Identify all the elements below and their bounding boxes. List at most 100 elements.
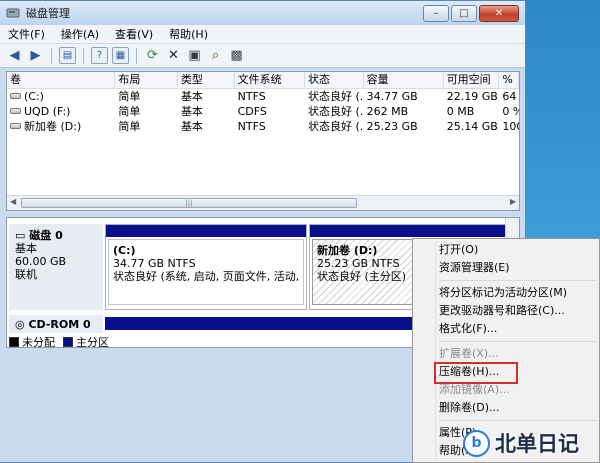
- cell-capacity: 34.77 GB: [366, 90, 418, 103]
- cell-layout: 简单: [118, 120, 141, 133]
- disk-management-app-icon: [6, 8, 20, 18]
- watermark-logo-icon: b: [463, 429, 490, 457]
- menu-help[interactable]: 帮助(H): [169, 26, 208, 42]
- scrollbar-thumb[interactable]: |||: [21, 198, 357, 208]
- menu-separator: [439, 341, 597, 342]
- cell-percent: 0 %: [502, 105, 519, 118]
- menu-item-change-drive-letter[interactable]: 更改驱动器号和路径(C)...: [413, 302, 599, 320]
- column-header-layout[interactable]: 布局: [115, 72, 178, 88]
- menu-view[interactable]: 查看(V): [115, 26, 153, 42]
- cell-layout: 简单: [118, 105, 141, 118]
- partition-name: (C:): [113, 244, 136, 257]
- cell-status: 状态良好 (...: [307, 105, 364, 118]
- menu-item-explorer[interactable]: 资源管理器(E): [413, 259, 599, 277]
- back-arrow-icon[interactable]: ◀: [6, 47, 23, 64]
- export-icon[interactable]: ▩: [228, 47, 245, 64]
- table-row[interactable]: 新加卷 (D:) 简单 基本 NTFS 状态良好 (... 25.23 GB 2…: [7, 119, 519, 134]
- legend: 未分配 主分区: [9, 335, 429, 348]
- drive-icon: [10, 93, 21, 99]
- menu-item-mark-active[interactable]: 将分区标记为活动分区(M): [413, 284, 599, 302]
- horizontal-scrollbar[interactable]: ◀ ||| ▶: [7, 195, 519, 210]
- watermark: b 北单日记: [463, 428, 579, 458]
- search-icon[interactable]: ⌕: [207, 47, 224, 64]
- column-header-type[interactable]: 类型: [178, 72, 235, 88]
- properties-icon[interactable]: ▦: [112, 47, 129, 64]
- legend-swatch-primary: [63, 336, 73, 347]
- console-tree-icon[interactable]: ▤: [59, 47, 76, 64]
- shrink-volume-highlight-box: [434, 362, 518, 384]
- partition-c[interactable]: (C:) 34.77 GB NTFS 状态良好 (系统, 启动, 页面文件, 活…: [105, 224, 307, 310]
- toolbar-separator: [51, 47, 52, 64]
- menu-item-delete-volume[interactable]: 删除卷(D)...: [413, 399, 599, 417]
- cell-percent: 100: [502, 120, 519, 133]
- cell-free-space: 0 MB: [446, 105, 475, 118]
- column-header-percent[interactable]: %: [499, 72, 519, 88]
- partition-bar: [310, 225, 518, 237]
- cell-volume: (C:): [24, 90, 44, 103]
- menu-file[interactable]: 文件(F): [8, 26, 45, 42]
- partition-status: 状态良好 (系统, 启动, 页面文件, 活动, 故障: [113, 270, 303, 283]
- cell-volume: UQD (F:): [24, 105, 71, 118]
- cell-percent: 64: [502, 90, 517, 103]
- window-title: 磁盘管理: [26, 7, 70, 20]
- forward-arrow-icon[interactable]: ▶: [27, 47, 44, 64]
- cell-free-space: 22.19 GB: [446, 90, 498, 103]
- close-button[interactable]: ✕: [479, 4, 519, 22]
- help-icon[interactable]: ?: [91, 47, 108, 64]
- table-row[interactable]: UQD (F:) 简单 基本 CDFS 状态良好 (... 262 MB 0 M…: [7, 104, 519, 119]
- cell-capacity: 25.23 GB: [366, 120, 418, 133]
- menu-separator: [439, 420, 597, 421]
- maximize-button[interactable]: □: [451, 4, 477, 22]
- cell-free-space: 25.14 GB: [446, 120, 498, 133]
- cdrom-icon: ◎: [15, 318, 29, 331]
- column-header-filesystem[interactable]: 文件系统: [235, 72, 305, 88]
- watermark-text: 北单日记: [495, 432, 579, 456]
- cell-capacity: 262 MB: [366, 105, 409, 118]
- cell-type: 基本: [180, 120, 203, 133]
- cd-drive-icon: [10, 108, 21, 114]
- menu-separator: [439, 280, 597, 281]
- cell-type: 基本: [180, 90, 203, 103]
- column-header-capacity[interactable]: 容量: [364, 72, 444, 88]
- cell-filesystem: NTFS: [237, 90, 266, 103]
- drive-icon: [10, 123, 21, 129]
- toolbar: ◀ ▶ ▤ ? ▦ ⟳ ✕ ▣ ⌕ ▩: [0, 44, 525, 68]
- disk-0-info[interactable]: ▭ 磁盘 0 基本 60.00 GB 联机: [9, 224, 103, 310]
- menu-item-extend-volume: 扩展卷(X)...: [439, 347, 499, 360]
- cell-status: 状态良好 (...: [307, 120, 364, 133]
- disk-type: 基本: [15, 242, 37, 255]
- delete-icon[interactable]: ✕: [165, 47, 182, 64]
- partition-size: 34.77 GB NTFS: [113, 257, 196, 270]
- cell-volume: 新加卷 (D:): [24, 120, 82, 133]
- column-header-status[interactable]: 状态: [305, 72, 364, 88]
- legend-swatch-unallocated: [9, 336, 19, 347]
- column-header-free-space[interactable]: 可用空间: [444, 72, 500, 88]
- cell-type: 基本: [180, 105, 203, 118]
- menu-item-format[interactable]: 格式化(F)...: [413, 320, 599, 338]
- volume-list: 卷 布局 类型 文件系统 状态 容量 可用空间 % (C:) 简单 基本 NTF…: [6, 71, 520, 211]
- cell-status: 状态良好 (...: [307, 90, 364, 103]
- table-row[interactable]: (C:) 简单 基本 NTFS 状态良好 (... 34.77 GB 22.19…: [7, 89, 519, 104]
- disk-name: 磁盘 0: [29, 229, 63, 242]
- menu-bar: 文件(F) 操作(A) 查看(V) 帮助(H): [0, 25, 525, 44]
- menu-item-open[interactable]: 打开(O): [413, 241, 599, 259]
- legend-label-primary: 主分区: [76, 335, 109, 348]
- open-icon[interactable]: ▣: [186, 47, 203, 64]
- refresh-icon[interactable]: ⟳: [144, 47, 161, 64]
- cdrom-0-info[interactable]: ◎ CD-ROM 0: [9, 315, 103, 333]
- legend-label-unallocated: 未分配: [22, 335, 55, 348]
- cell-layout: 简单: [118, 90, 141, 103]
- disk-icon: ▭: [15, 229, 30, 242]
- disk-state: 联机: [15, 268, 37, 281]
- title-bar[interactable]: 磁盘管理 – □ ✕: [0, 1, 525, 25]
- scroll-left-icon[interactable]: ◀: [10, 197, 16, 206]
- minimize-button[interactable]: –: [423, 4, 449, 22]
- column-header-volume[interactable]: 卷: [7, 72, 116, 88]
- cell-filesystem: NTFS: [237, 120, 266, 133]
- menu-action[interactable]: 操作(A): [61, 26, 99, 42]
- cell-filesystem: CDFS: [237, 105, 267, 118]
- disk-size: 60.00 GB: [15, 255, 67, 268]
- cdrom-name: CD-ROM 0: [28, 318, 91, 331]
- volume-list-header: 卷 布局 类型 文件系统 状态 容量 可用空间 %: [7, 72, 519, 89]
- scroll-right-icon[interactable]: ▶: [510, 197, 516, 206]
